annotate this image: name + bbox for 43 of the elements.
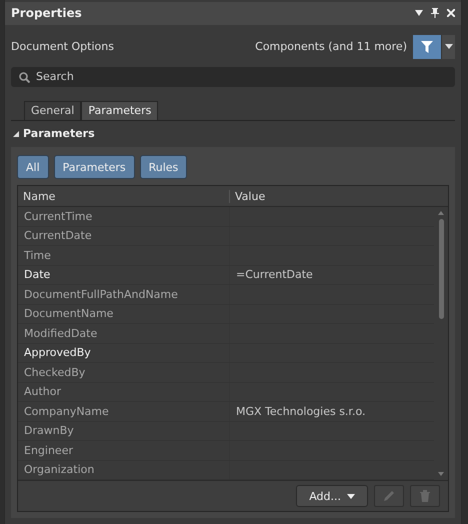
filter-button[interactable] <box>413 34 441 59</box>
section-title: Parameters <box>23 127 95 140</box>
document-options-label: Document Options <box>11 40 115 54</box>
search-icon <box>19 72 30 83</box>
pin-icon[interactable] <box>431 8 439 18</box>
name-cell: DocumentName <box>18 304 230 323</box>
scroll-down-icon[interactable] <box>438 472 444 476</box>
dropdown-icon[interactable] <box>415 10 423 16</box>
value-cell-text: =CurrentDate <box>235 268 314 282</box>
name-cell: ApprovedBy <box>18 344 230 362</box>
filter-toggle[interactable]: Parameters <box>54 155 135 179</box>
scroll-up-icon[interactable] <box>438 211 444 215</box>
name-cell: Organization <box>18 460 230 479</box>
caret-icon <box>347 494 355 498</box>
funnel-icon <box>421 40 433 53</box>
name-cell: DocumentFullPathAndName <box>18 285 230 304</box>
name-cell: Date <box>18 266 230 284</box>
value-cell-text: MGX Technologies s.r.o. <box>235 404 366 418</box>
search-field[interactable]: Search <box>11 66 455 87</box>
name-cell: CheckedBy <box>18 363 230 382</box>
collapse-icon[interactable] <box>13 130 19 137</box>
name-cell: CurrentTime <box>18 207 230 226</box>
filter-dropdown-button[interactable] <box>441 34 455 59</box>
name-cell: Engineer <box>18 441 230 460</box>
tab[interactable]: General <box>24 100 82 120</box>
name-cell: DrawnBy <box>18 422 230 440</box>
name-cell: CompanyName <box>18 402 230 420</box>
panel-title: Properties <box>11 6 83 20</box>
close-icon[interactable] <box>447 9 455 18</box>
caret-icon <box>444 44 452 50</box>
trash-icon <box>420 490 430 502</box>
tab[interactable]: Parameters <box>81 100 158 120</box>
filter-summary: Components (and 11 more) <box>255 40 407 54</box>
column-header[interactable]: Value <box>230 190 430 202</box>
filter-toggle[interactable]: All <box>17 155 49 179</box>
pencil-icon <box>383 490 395 502</box>
column-header[interactable]: Name <box>18 190 230 202</box>
name-cell: Time <box>18 246 230 264</box>
name-cell: Author <box>18 382 230 401</box>
name-cell: ModifiedDate <box>18 324 230 342</box>
add-button[interactable]: Add... <box>296 485 368 507</box>
name-cell: CurrentDate <box>18 226 230 245</box>
filter-toggle[interactable]: Rules <box>140 155 188 179</box>
